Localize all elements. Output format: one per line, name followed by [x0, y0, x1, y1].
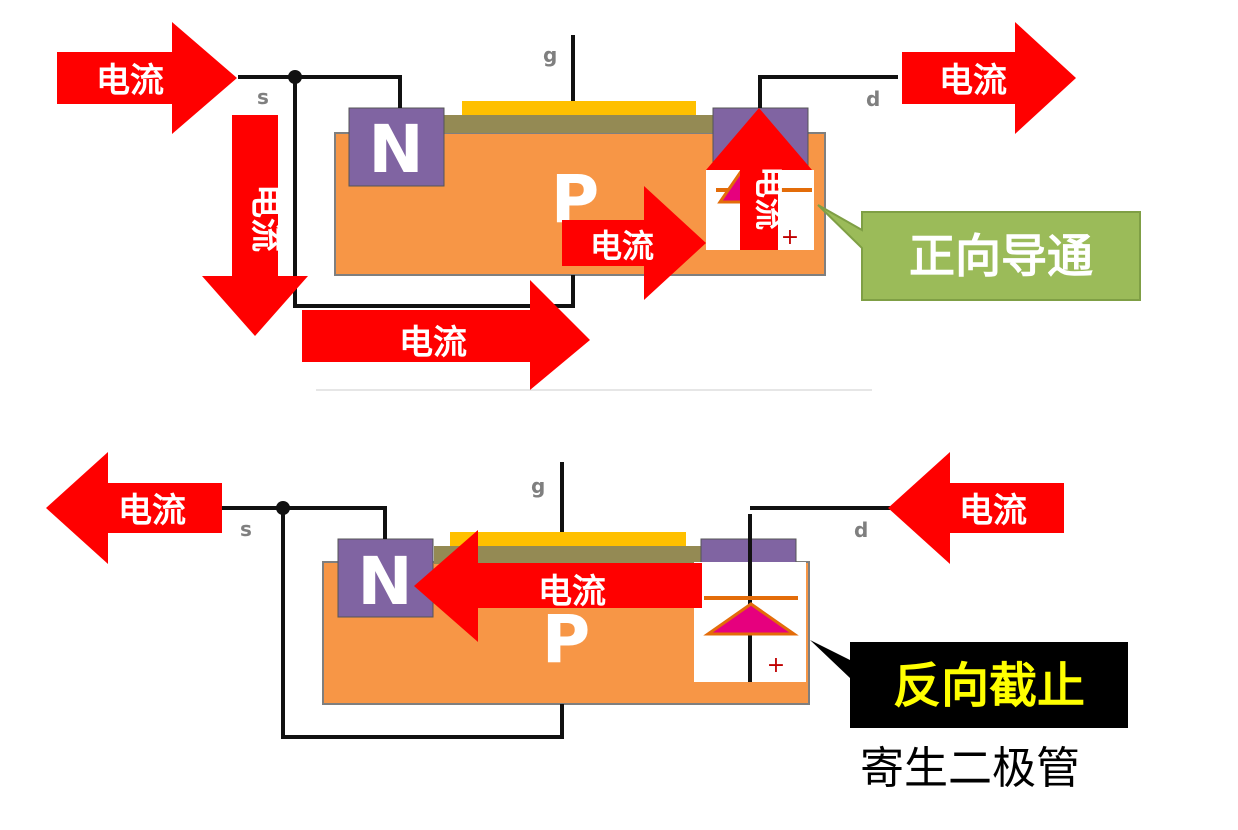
gate-terminal-label: g — [543, 43, 557, 67]
caption-parasitic-diode: 寄生二极管 — [860, 743, 1080, 794]
current-label: 电流 — [246, 184, 286, 252]
source-n-label: N — [357, 543, 412, 620]
gate-oxide — [442, 115, 714, 133]
source-terminal-label: s — [240, 517, 252, 541]
current-label: 电流 — [590, 227, 654, 265]
gate-electrode — [450, 532, 686, 546]
p-label: P — [542, 601, 590, 678]
source-terminal-label: s — [257, 85, 269, 109]
current-label: 电流 — [939, 61, 1007, 101]
current-label: 电流 — [751, 166, 789, 230]
current-label: 电流 — [959, 491, 1027, 531]
reverse-callout-text: 反向截止 — [893, 658, 1085, 714]
bottom-diagram: N + P s g d 电流 电流 电流 反向截止 寄生二极管 — [46, 452, 1128, 794]
current-label: 电流 — [538, 572, 606, 612]
drain-terminal-label: d — [866, 87, 880, 111]
current-label: 电流 — [118, 491, 186, 531]
drain-terminal-label: d — [854, 518, 868, 542]
current-label: 电流 — [399, 323, 467, 363]
source-n-label: N — [368, 111, 423, 188]
gate-electrode — [462, 101, 696, 115]
gate-terminal-label: g — [531, 474, 545, 498]
diode-plus: + — [767, 653, 785, 678]
current-label: 电流 — [96, 61, 164, 101]
forward-callout-text: 正向导通 — [909, 229, 1093, 283]
top-diagram: N + P s g d 电流 电流 电流 电流 电流 电流 正向导通 — [57, 22, 1141, 391]
mosfet-diagram: N + P s g d 电流 电流 电流 电流 电流 电流 正向导通 N + P… — [46, 22, 1141, 794]
